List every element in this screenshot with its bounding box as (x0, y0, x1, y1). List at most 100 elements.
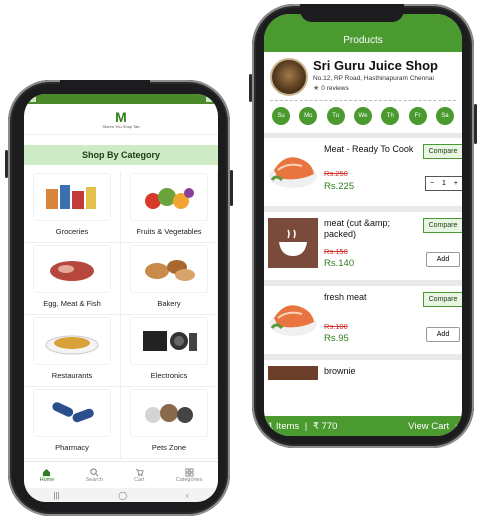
product-name: Meat - Ready To Cook (324, 144, 414, 154)
phone-notch (60, 80, 150, 94)
bakery-icon (130, 245, 208, 293)
product-price: Rs.225 (324, 181, 355, 192)
app-logo: M Stores You Shop Tab (24, 104, 218, 135)
day-tuesday[interactable]: Tu (326, 107, 345, 125)
weekday-selector: Su Mo Tu We Th Fr Sa (264, 101, 462, 133)
star-icon: ★ (313, 85, 320, 92)
quantity-value: 1 (442, 180, 446, 187)
power-button (474, 104, 477, 144)
brownie-image (268, 366, 318, 380)
category-label: Pharmacy (55, 443, 89, 452)
category-tile-groceries[interactable]: Groceries (24, 171, 121, 243)
nav-categories[interactable]: Categories (175, 467, 203, 483)
add-button[interactable]: Add (426, 327, 460, 342)
status-icon (30, 96, 36, 102)
left-phone-screen: M Stores You Shop Tab Shop By Category G… (24, 94, 218, 502)
category-label: Restaurants (51, 371, 93, 380)
nav-home[interactable]: Home (39, 468, 55, 483)
category-grid: Groceries Fruits & Vegetables Egg, Meat … (24, 171, 218, 459)
compare-button[interactable]: Compare (423, 292, 462, 307)
increment-button[interactable]: + (454, 180, 458, 187)
category-tile-restaurants[interactable]: Restaurants (24, 315, 121, 387)
product-old-price: Rs.150 (324, 247, 348, 256)
pharmacy-icon (33, 389, 111, 437)
cart-total: ₹ 770 (312, 420, 338, 432)
product-name: meat (cut &amp; packed) (324, 218, 391, 239)
bowl-icon (268, 218, 318, 268)
volume-button (5, 150, 8, 178)
meat-image (269, 305, 317, 336)
product-name: brownie (324, 366, 356, 376)
cart-divider: | (304, 420, 308, 432)
product-price: Rs.95 (324, 333, 349, 344)
day-friday[interactable]: Fr (408, 107, 427, 125)
day-sunday[interactable]: Su (272, 107, 290, 125)
product-card[interactable]: fresh meat Rs.100 Rs.95 Compare Add (264, 286, 462, 360)
view-cart-button[interactable]: View Cart (408, 421, 449, 432)
product-old-price: Rs.100 (324, 322, 348, 331)
reviews-count: 0 reviews (321, 84, 349, 92)
category-label: Groceries (55, 227, 89, 236)
nav-label: Search (85, 476, 103, 483)
power-button (230, 170, 233, 206)
category-tile-pets-zone[interactable]: Pets Zone (121, 387, 218, 459)
system-nav-bar: ||| ◯ ‹ (24, 488, 218, 502)
home-icon (43, 468, 51, 476)
shop-logo (270, 58, 308, 96)
shop-header: Sri Guru Juice Shop No.12, RP Road, Hast… (264, 52, 462, 96)
nav-label: Categories (175, 476, 203, 483)
nav-cart[interactable]: Cart (134, 468, 145, 483)
category-tile-electronics[interactable]: Electronics (121, 315, 218, 387)
compare-button[interactable]: Compare (423, 218, 462, 233)
recent-apps-button[interactable]: ||| (53, 491, 59, 500)
restaurants-icon (33, 317, 111, 365)
search-icon (90, 467, 99, 476)
product-price: Rs.140 (324, 258, 355, 269)
product-name: fresh meat (324, 292, 367, 302)
category-tile-egg-meat-fish[interactable]: Egg, Meat & Fish (24, 243, 121, 315)
shop-reviews: ★ 0 reviews (313, 84, 438, 93)
add-button[interactable]: Add (426, 252, 460, 267)
category-tile-fruits-vegetables[interactable]: Fruits & Vegetables (121, 171, 218, 243)
nav-label: Home (39, 476, 55, 483)
compare-button[interactable]: Compare (423, 144, 462, 159)
cart-icon (135, 468, 144, 476)
product-card[interactable]: Meat - Ready To Cook Rs.250 Rs.225 Compa… (264, 138, 462, 212)
shop-address: No.12, RP Road, Hasthinapuram Chennai (313, 75, 434, 82)
shop-name: Sri Guru Juice Shop (313, 58, 438, 73)
volume-button (249, 74, 252, 102)
page-title: Products (264, 28, 462, 52)
categories-icon (185, 467, 194, 477)
chevron-right-icon: › (454, 420, 458, 432)
logo-tagline: Stores You Shop Tab (102, 123, 140, 129)
pets-zone-icon (130, 389, 208, 437)
groceries-icon (33, 173, 111, 221)
decrement-button[interactable]: − (430, 180, 434, 187)
cart-bar[interactable]: 1 Items | ₹ 770 View Cart › (264, 416, 462, 436)
phone-notch (300, 4, 404, 22)
category-label: Electronics (150, 371, 188, 380)
right-phone-screen: Products Sri Guru Juice Shop No.12, RP R… (264, 14, 462, 436)
product-card[interactable]: meat (cut &amp; packed) Rs.150 Rs.140 Co… (264, 212, 462, 286)
category-tile-pharmacy[interactable]: Pharmacy (24, 387, 121, 459)
day-monday[interactable]: Mo (299, 107, 318, 125)
fruits-vegetables-icon (130, 173, 208, 221)
bottom-nav: Home Search Cart Categories (24, 461, 218, 488)
system-back-button[interactable]: ‹ (186, 491, 189, 500)
status-bar (24, 94, 218, 104)
egg-meat-fish-icon (33, 245, 111, 293)
nav-label: Cart (134, 476, 145, 483)
day-wednesday[interactable]: We (353, 107, 372, 125)
nav-search[interactable]: Search (85, 467, 103, 483)
category-label: Pets Zone (151, 443, 187, 452)
cart-item-count: 1 Items (268, 420, 300, 432)
product-old-price: Rs.250 (324, 169, 348, 178)
right-phone-frame: Products Sri Guru Juice Shop No.12, RP R… (249, 4, 477, 448)
day-thursday[interactable]: Th (381, 107, 400, 125)
logo-mark: M (115, 108, 127, 125)
meat-image (269, 157, 317, 188)
quantity-stepper: − 1 + (425, 176, 462, 191)
day-saturday[interactable]: Sa (435, 107, 454, 125)
category-tile-bakery[interactable]: Bakery (121, 243, 218, 315)
system-home-button[interactable]: ◯ (118, 491, 127, 500)
